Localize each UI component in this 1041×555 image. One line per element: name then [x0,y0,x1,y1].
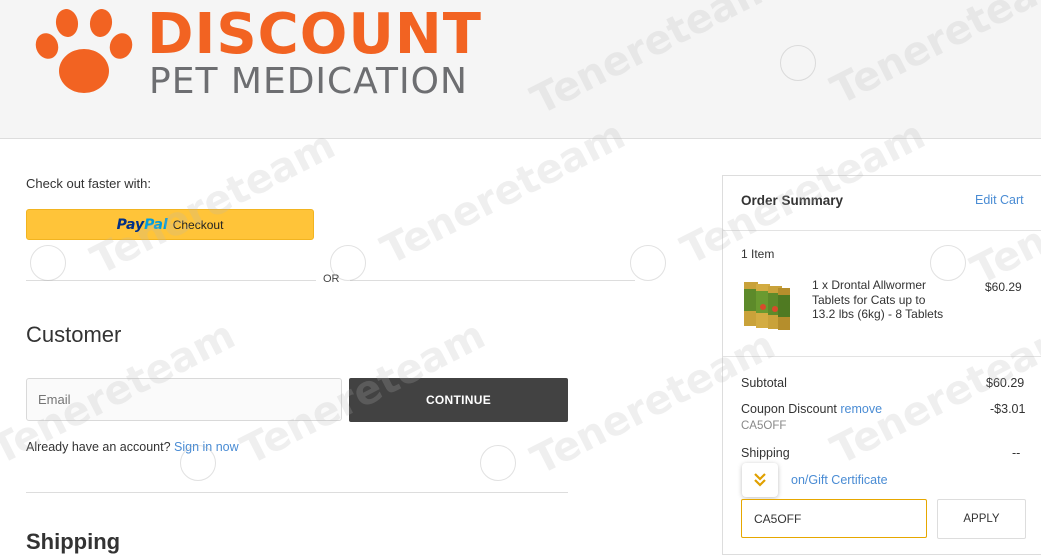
coupon-remove-link[interactable]: remove [840,402,882,416]
scroll-down-button[interactable] [742,463,778,497]
section-divider [26,492,568,493]
edit-cart-link[interactable]: Edit Cart [975,193,1024,207]
summary-divider [723,356,1041,357]
paw-print-icon [35,9,133,93]
applied-coupon-code: CA5OFF [741,420,787,432]
watermark-stamp-icon [30,245,66,281]
continue-button[interactable]: CONTINUE [349,378,568,422]
coupon-discount-label: Coupon Discount remove [741,402,882,416]
customer-section-heading: Customer [26,322,122,347]
or-divider-label: OR [323,273,340,285]
product-price: $60.29 [985,280,1022,294]
sign-in-prompt: Already have an account? Sign in now [26,440,239,454]
or-divider-left [26,280,316,281]
paypal-logo-icon: PayPal [117,217,168,233]
product-image [744,282,790,330]
shipping-label: Shipping [741,446,790,460]
watermark-stamp-icon [480,445,516,481]
coupon-code-input[interactable] [741,499,927,538]
watermark-stamp-icon [630,245,666,281]
order-summary-panel: Order Summary Edit Cart 1 Item 1 x Dront… [722,175,1041,555]
paypal-logo-pal: Pal [144,216,168,233]
site-header: DISCOUNT PET MEDICATION [0,0,1041,139]
summary-divider [723,230,1041,231]
item-count-label: 1 Item [741,247,775,261]
watermark-text: Tenereteam [84,122,343,284]
order-summary-title: Order Summary [741,193,844,208]
product-name: 1 x Drontal Allwormer Tablets for Cats u… [812,278,944,321]
shipping-value: -- [1012,446,1021,460]
subtotal-value: $60.29 [986,376,1025,390]
paypal-logo-pay: Pay [116,216,145,233]
coupon-discount-text: Coupon Discount [741,402,837,416]
logo-text-discount: DISCOUNT [147,2,482,67]
sign-in-link[interactable]: Sign in now [174,440,239,454]
site-logo[interactable]: DISCOUNT PET MEDICATION [34,4,494,104]
or-divider-right [350,280,635,281]
apply-coupon-button[interactable]: APPLY [937,499,1026,539]
paypal-button-label: Checkout [172,217,224,232]
subtotal-label: Subtotal [741,376,787,390]
email-field[interactable] [26,378,342,421]
shipping-section-heading: Shipping [26,529,121,554]
checkout-faster-label: Check out faster with: [26,176,151,191]
paypal-checkout-button[interactable]: PayPal Checkout [26,209,314,240]
account-prompt-text: Already have an account? [26,440,171,454]
logo-text-pet-medication: PET MEDICATION [149,61,468,102]
coupon-gift-certificate-link[interactable]: on/Gift Certificate [791,473,888,487]
double-chevron-down-icon [754,473,766,487]
coupon-discount-value: -$3.01 [990,402,1026,416]
